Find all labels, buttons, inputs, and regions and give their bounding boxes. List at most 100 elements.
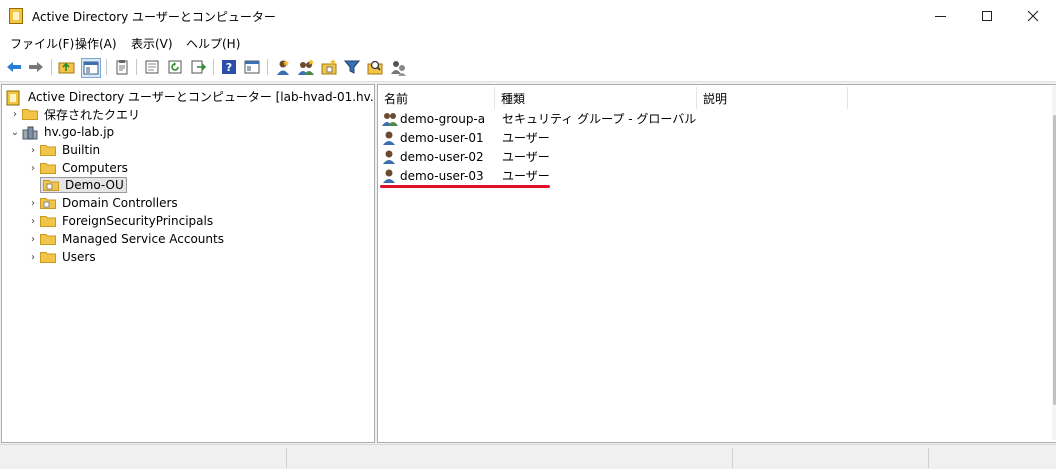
filter-icon	[344, 60, 360, 74]
item-name: demo-group-a	[400, 111, 486, 126]
show-tree-button[interactable]	[81, 58, 101, 78]
tree-label: 保存されたクエリ	[44, 107, 141, 122]
refresh-icon	[168, 60, 182, 74]
status-bar	[0, 444, 1056, 469]
filter-button[interactable]	[343, 58, 361, 76]
title-bar: Active Directory ユーザーとコンピューター	[0, 0, 1056, 32]
console-tree-pane[interactable]: Active Directory ユーザーとコンピューター [lab-hvad-…	[1, 84, 375, 443]
tree-label: Builtin	[62, 143, 101, 157]
vertical-scrollbar[interactable]	[1052, 85, 1056, 440]
minimize-icon	[935, 16, 946, 17]
tree-label: Demo-OU	[65, 178, 124, 192]
user-icon	[382, 168, 400, 184]
status-divider	[286, 448, 288, 468]
maximize-button[interactable]	[964, 0, 1010, 32]
toolbar: ?	[0, 53, 1056, 82]
new-user-button[interactable]	[274, 58, 292, 76]
tree-item-managed-service-accounts[interactable]: › Managed Service Accounts	[26, 230, 224, 248]
delegate-button[interactable]	[389, 58, 407, 76]
list-item[interactable]: demo-user-01 ユーザー	[382, 128, 550, 147]
minimize-button[interactable]	[918, 0, 964, 32]
close-icon	[1027, 10, 1039, 22]
selected-highlight[interactable]: Demo-OU	[40, 177, 127, 193]
properties-button[interactable]	[143, 58, 161, 76]
menu-help[interactable]: ヘルプ(H)	[186, 35, 240, 52]
refresh-button[interactable]	[166, 58, 184, 76]
tree-label: hv.go-lab.jp	[44, 125, 115, 139]
chevron-right-icon[interactable]: ›	[26, 145, 40, 156]
domain-icon	[22, 126, 38, 140]
window-title: Active Directory ユーザーとコンピューター	[32, 10, 276, 24]
tree-item-domain[interactable]: ⌄ hv.go-lab.jp	[8, 123, 114, 141]
user-icon	[382, 130, 400, 146]
chevron-right-icon[interactable]: ›	[26, 198, 40, 209]
tree-item-demo-ou[interactable]: Demo-OU	[26, 176, 127, 194]
menu-view[interactable]: 表示(V)	[131, 35, 173, 52]
export-list-button[interactable]	[189, 58, 207, 76]
help-button[interactable]: ?	[220, 58, 238, 76]
list-item[interactable]: demo-group-a セキュリティ グループ - グローバル	[382, 109, 696, 128]
svg-text:?: ?	[226, 61, 232, 74]
folder-icon	[40, 144, 56, 156]
tree-item-foreign-security-principals[interactable]: › ForeignSecurityPrincipals	[26, 212, 213, 230]
ad-root-icon	[6, 90, 22, 106]
folder-icon	[40, 233, 56, 245]
column-header-description[interactable]: 説明	[697, 87, 848, 109]
status-divider	[732, 448, 734, 468]
tree-label: Users	[62, 250, 96, 264]
new-group-button[interactable]	[297, 58, 315, 76]
properties-icon	[145, 60, 159, 74]
find-button[interactable]	[366, 58, 384, 76]
list-item[interactable]: demo-user-02 ユーザー	[382, 147, 550, 166]
help-icon: ?	[222, 60, 236, 74]
item-type: セキュリティ グループ - グローバル	[502, 112, 697, 126]
find-icon	[367, 60, 383, 75]
tree-item-saved-queries[interactable]: › 保存されたクエリ	[8, 105, 140, 123]
delegate-icon	[391, 61, 406, 76]
tree-label: Computers	[62, 161, 128, 175]
user-icon	[382, 149, 400, 165]
clipboard-button[interactable]	[113, 58, 131, 76]
new-ou-icon	[321, 59, 337, 75]
tree-label: Domain Controllers	[62, 196, 178, 210]
forward-button[interactable]	[27, 58, 45, 76]
red-underline-annotation	[380, 185, 550, 188]
list-item[interactable]: demo-user-03 ユーザー	[382, 166, 550, 185]
chevron-down-icon[interactable]: ⌄	[8, 127, 22, 138]
item-type: ユーザー	[502, 150, 550, 164]
item-name: demo-user-03	[400, 168, 484, 183]
menu-bar: ファイル(F) 操作(A) 表示(V) ヘルプ(H)	[0, 32, 1056, 53]
chevron-right-icon[interactable]: ›	[26, 163, 40, 174]
details-pane[interactable]: 名前 種類 説明 demo-group-a セキュリティ グループ - グローバ…	[377, 84, 1056, 443]
ou-folder-icon	[40, 197, 56, 209]
tree-item-users[interactable]: › Users	[26, 248, 96, 266]
back-icon	[7, 62, 21, 72]
tree-item-root[interactable]: Active Directory ユーザーとコンピューター [lab-hvad-…	[6, 87, 374, 106]
tree-label: Managed Service Accounts	[62, 232, 224, 246]
column-header-type[interactable]: 種類	[495, 87, 697, 109]
console-icon	[244, 60, 260, 74]
up-folder-button[interactable]	[58, 58, 76, 76]
tree-item-builtin[interactable]: › Builtin	[26, 141, 100, 159]
menu-action[interactable]: 操作(A)	[75, 35, 117, 52]
back-button[interactable]	[5, 58, 23, 76]
chevron-right-icon[interactable]: ›	[26, 234, 40, 245]
tree-item-computers[interactable]: › Computers	[26, 159, 128, 177]
close-button[interactable]	[1010, 0, 1056, 32]
export-icon	[191, 60, 206, 74]
chevron-right-icon[interactable]: ›	[26, 216, 40, 227]
menu-file[interactable]: ファイル(F)	[10, 35, 74, 52]
tree-label: ForeignSecurityPrincipals	[62, 214, 214, 228]
tree-item-domain-controllers[interactable]: › Domain Controllers	[26, 194, 178, 212]
column-header-name[interactable]: 名前	[378, 87, 495, 109]
chevron-right-icon[interactable]: ›	[26, 252, 40, 263]
item-name: demo-user-02	[400, 149, 484, 164]
new-ou-button[interactable]	[320, 58, 338, 76]
status-divider	[928, 448, 930, 468]
item-name: demo-user-01	[400, 130, 484, 145]
folder-icon	[22, 108, 38, 120]
new-user-icon	[277, 60, 289, 75]
console-button[interactable]	[243, 58, 261, 76]
chevron-right-icon[interactable]: ›	[8, 109, 22, 120]
group-icon	[382, 111, 400, 127]
